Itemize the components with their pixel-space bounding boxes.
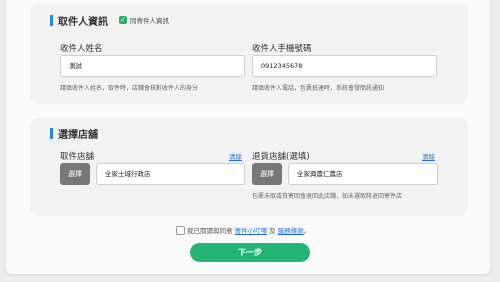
recipient-phone-hint: 請填收件人電話，包裹抵達時，系統會發簡訊通知 xyxy=(252,85,385,92)
return-store-label: 退貨店舖(選填) xyxy=(252,152,310,162)
next-step-button[interactable]: 下一步 xyxy=(190,243,310,262)
store-section-title: 選擇店舖 xyxy=(50,126,98,141)
recipient-section-title: 取件人資訊 xyxy=(50,13,108,28)
agreement-text: 我已閱讀與同意 寄件小叮嚀 及 服務條款。 xyxy=(187,227,311,235)
recipient-phone-input[interactable]: 0912345678 xyxy=(252,55,437,77)
recipient-name-hint: 請填收件人姓名，取件時，店舖會核對收件人的身分 xyxy=(60,85,199,92)
return-store-hint: 包裹未取或貨寄回會退回此店舖，如未選取將退回寄件店 xyxy=(252,193,403,200)
return-store-input[interactable]: 全家興農仁農店 xyxy=(288,163,438,185)
return-select-button[interactable]: 選擇 xyxy=(252,163,282,185)
store-card: 選擇店舖 取件店舖 清除 選擇 全家士城行政店 退貨店舖(選填) 清除 選擇 全… xyxy=(30,118,468,216)
recipient-phone-label: 收件人手機號碼 xyxy=(252,44,312,54)
same-as-sender-checkbox[interactable]: ✓ xyxy=(119,16,127,24)
pickup-clear-link[interactable]: 清除 xyxy=(229,151,242,161)
recipient-card: 取件人資訊 ✓ 同寄件人資訊 收件人姓名 測試 請填收件人姓名，取件時，店舖會核… xyxy=(30,4,468,104)
recipient-name-input[interactable]: 測試 xyxy=(60,55,245,77)
shipping-tips-link[interactable]: 寄件小叮嚀 xyxy=(235,227,268,235)
recipient-name-label: 收件人姓名 xyxy=(60,44,103,54)
pickup-select-button[interactable]: 選擇 xyxy=(60,163,90,185)
pickup-store-input[interactable]: 全家士城行政店 xyxy=(96,163,245,185)
pickup-store-label: 取件店舖 xyxy=(60,152,95,162)
section-accent-bar xyxy=(50,15,53,26)
agree-checkbox[interactable] xyxy=(176,226,185,235)
terms-of-service-link[interactable]: 服務條款 xyxy=(278,227,304,235)
return-clear-link[interactable]: 清除 xyxy=(422,151,435,161)
same-as-sender-label: 同寄件人資訊 xyxy=(130,17,169,25)
section-accent-bar xyxy=(50,128,53,139)
